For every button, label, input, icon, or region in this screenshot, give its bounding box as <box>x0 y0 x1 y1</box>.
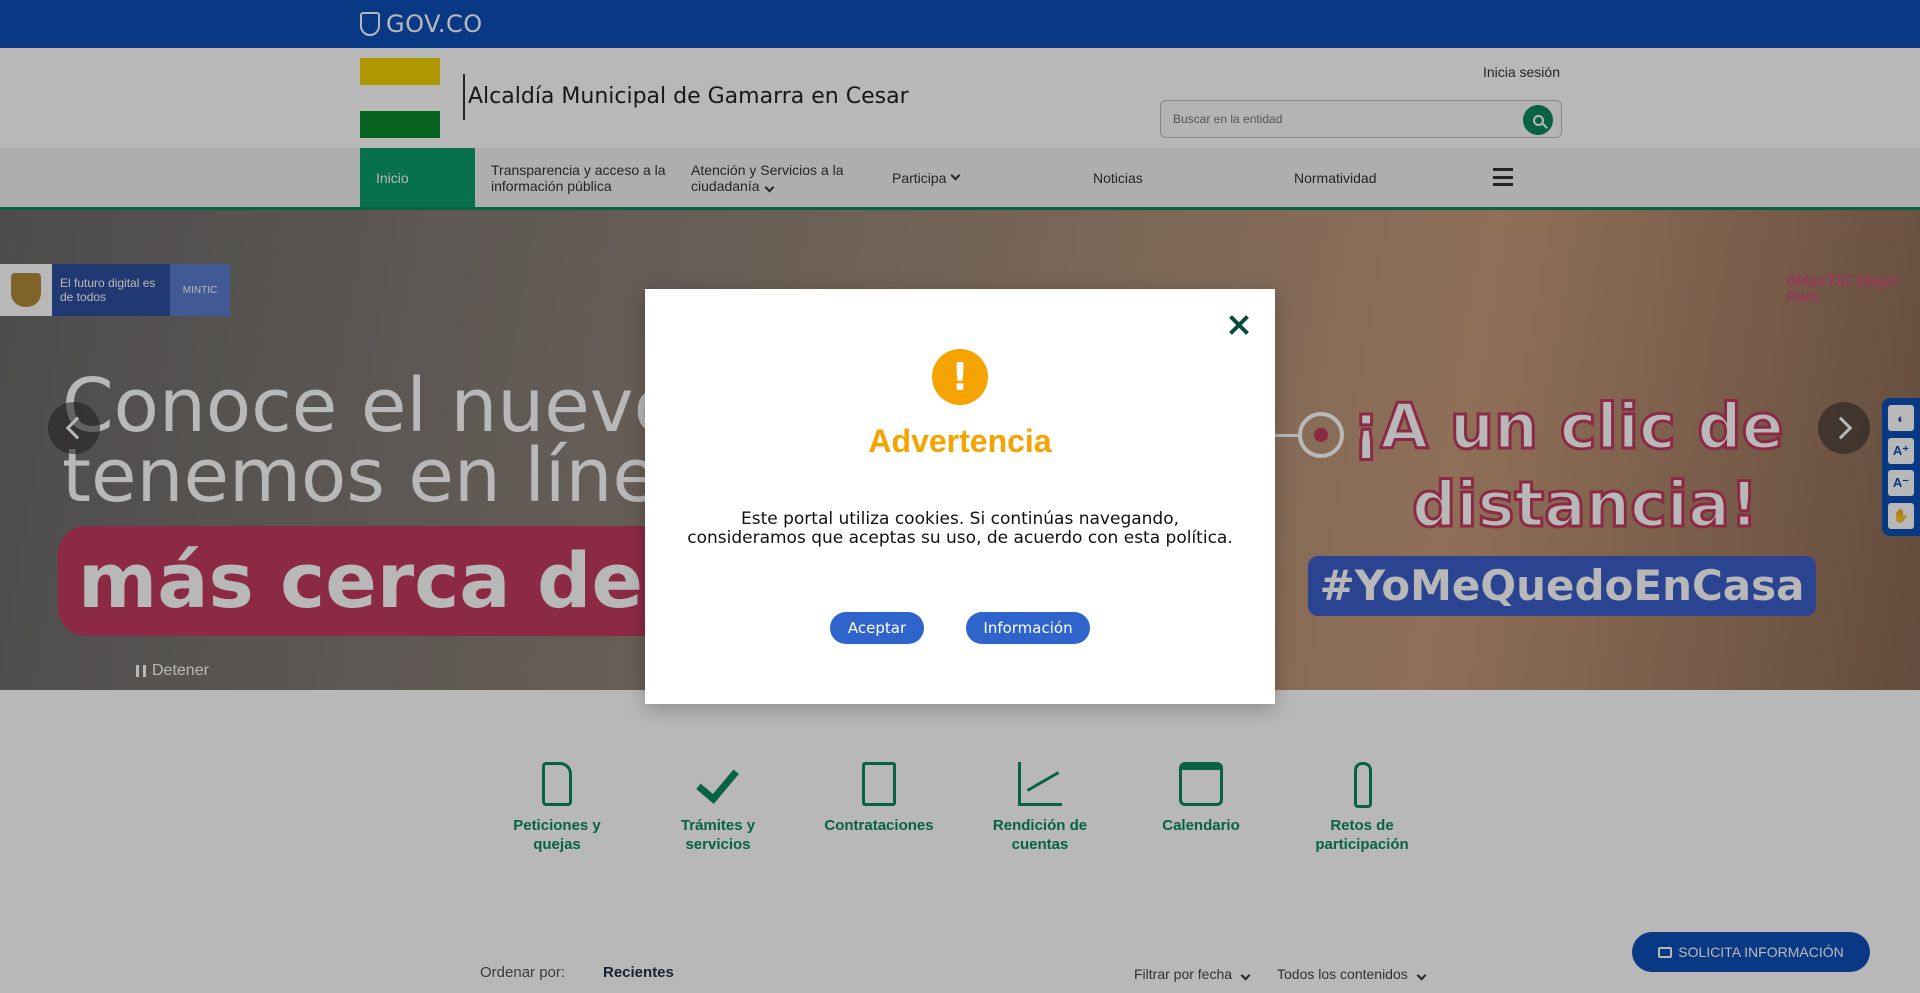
close-icon[interactable] <box>1225 311 1253 339</box>
info-button[interactable]: Información <box>966 612 1090 644</box>
warning-icon: ! <box>932 349 988 405</box>
dialog-message: Este portal utiliza cookies. Si continúa… <box>687 509 1233 548</box>
accept-button[interactable]: Aceptar <box>830 612 924 644</box>
cookie-warning-dialog: ! Advertencia Este portal utiliza cookie… <box>645 289 1275 704</box>
dialog-title: Advertencia <box>868 423 1052 459</box>
